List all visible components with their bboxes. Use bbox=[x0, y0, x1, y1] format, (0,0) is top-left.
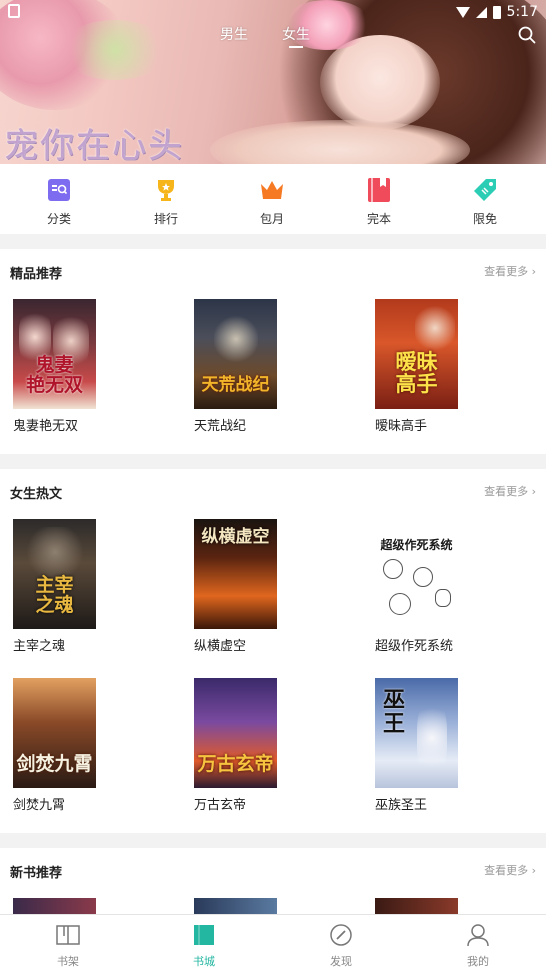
nav-profile[interactable]: 我的 bbox=[443, 923, 513, 969]
book-title: 天荒战纪 bbox=[194, 419, 247, 434]
section-new-books: 新书推荐 查看更多 › bbox=[0, 848, 546, 918]
book-cover: 万古玄帝 bbox=[194, 678, 277, 788]
category-monthly[interactable]: 包月 bbox=[242, 178, 302, 227]
section-title: 女生热文 bbox=[10, 487, 63, 502]
book-title: 鬼妻艳无双 bbox=[13, 419, 79, 434]
book-card[interactable]: 超级作死系统 超级作死系统 bbox=[375, 519, 459, 654]
nav-label: 书城 bbox=[193, 955, 215, 968]
book-title: 巫族圣王 bbox=[375, 798, 428, 813]
category-ranking[interactable]: 排行 bbox=[136, 178, 196, 227]
nav-label: 发现 bbox=[330, 955, 352, 968]
view-more-label: 查看更多 bbox=[484, 485, 529, 498]
banner-face-art bbox=[320, 35, 440, 130]
view-more-link[interactable]: 查看更多 › bbox=[484, 263, 536, 279]
nav-discover[interactable]: 发现 bbox=[306, 923, 376, 969]
category-label: 排行 bbox=[153, 212, 178, 226]
app-root: 宠你在心头 5:17 男生 女生 分类 排行 包月 完本 限免 精品推荐 查看更… bbox=[0, 0, 546, 971]
chevron-right-icon: › bbox=[531, 485, 536, 498]
book-cover: 纵横虚空 bbox=[194, 519, 277, 629]
book-cover: 暧昧 高手 bbox=[375, 299, 458, 409]
book-title: 超级作死系统 bbox=[375, 639, 454, 654]
category-label: 限免 bbox=[472, 212, 497, 226]
gender-tabs: 男生 女生 bbox=[220, 24, 310, 48]
book-title: 万古玄帝 bbox=[194, 798, 247, 813]
book-card[interactable]: 天荒战纪 天荒战纪 bbox=[194, 299, 278, 434]
book-cover: 超级作死系统 bbox=[375, 519, 458, 629]
banner-leaf-art bbox=[60, 20, 170, 80]
crown-icon bbox=[260, 178, 284, 202]
chevron-right-icon: › bbox=[531, 864, 536, 877]
trophy-icon bbox=[154, 178, 178, 202]
bottom-nav: 书架 书城 发现 我的 bbox=[0, 914, 546, 971]
bookshelf-icon bbox=[33, 923, 103, 947]
book-card[interactable]: 鬼妻 艳无双 鬼妻艳无双 bbox=[13, 299, 97, 434]
book-title: 主宰之魂 bbox=[13, 639, 66, 654]
signal-icon bbox=[475, 6, 487, 18]
book-card[interactable]: 暧昧 高手 暧昧高手 bbox=[375, 299, 459, 434]
view-more-link[interactable]: 查看更多 › bbox=[484, 862, 536, 878]
bookmark-icon bbox=[367, 178, 391, 202]
section-title: 精品推荐 bbox=[10, 267, 63, 282]
book-title: 纵横虚空 bbox=[194, 639, 247, 654]
view-more-label: 查看更多 bbox=[484, 864, 529, 877]
category-label: 完本 bbox=[366, 212, 391, 226]
tab-male[interactable]: 男生 bbox=[220, 24, 248, 44]
view-more-link[interactable]: 查看更多 › bbox=[484, 483, 536, 499]
category-free[interactable]: 限免 bbox=[455, 178, 515, 227]
nav-bookshelf[interactable]: 书架 bbox=[33, 923, 103, 969]
book-cover: 主宰 之魂 bbox=[13, 519, 96, 629]
view-more-label: 查看更多 bbox=[484, 265, 529, 278]
user-icon bbox=[443, 923, 513, 947]
clock: 5:17 bbox=[506, 4, 538, 20]
search-icon[interactable] bbox=[518, 26, 536, 44]
tab-female[interactable]: 女生 bbox=[282, 24, 310, 48]
section-title: 新书推荐 bbox=[10, 866, 63, 881]
compass-icon bbox=[306, 923, 376, 947]
section-featured: 精品推荐 查看更多 › 鬼妻 艳无双 鬼妻艳无双 天荒战纪 天荒战纪 暧昧 高手 暧… bbox=[0, 249, 546, 454]
banner-title: 宠你在心头 bbox=[4, 126, 184, 164]
book-card[interactable]: 主宰 之魂 主宰之魂 bbox=[13, 519, 97, 654]
nav-label: 我的 bbox=[467, 955, 489, 968]
book-title: 剑焚九霄 bbox=[13, 798, 66, 813]
notification-icon bbox=[8, 4, 20, 18]
category-label: 分类 bbox=[46, 212, 71, 226]
book-cover: 鬼妻 艳无双 bbox=[13, 299, 96, 409]
book-card[interactable]: 巫王 巫族圣王 bbox=[375, 678, 459, 813]
chevron-right-icon: › bbox=[531, 265, 536, 278]
category-classify[interactable]: 分类 bbox=[29, 178, 89, 227]
book-card[interactable]: 万古玄帝 万古玄帝 bbox=[194, 678, 278, 813]
category-finished[interactable]: 完本 bbox=[349, 178, 409, 227]
bookstore-icon bbox=[169, 923, 239, 947]
category-icon bbox=[47, 178, 71, 202]
category-label: 包月 bbox=[259, 212, 284, 226]
nav-bookstore[interactable]: 书城 bbox=[169, 923, 239, 969]
book-title: 暧昧高手 bbox=[375, 419, 428, 434]
wifi-icon bbox=[455, 6, 470, 18]
battery-icon bbox=[492, 5, 501, 19]
status-bar: 5:17 bbox=[0, 0, 546, 24]
book-card[interactable]: 纵横虚空 纵横虚空 bbox=[194, 519, 278, 654]
book-cover: 剑焚九霄 bbox=[13, 678, 96, 788]
book-cover: 天荒战纪 bbox=[194, 299, 277, 409]
category-bar: 分类 排行 包月 完本 限免 bbox=[0, 164, 546, 234]
book-cover: 巫王 bbox=[375, 678, 458, 788]
section-female-hot: 女生热文 查看更多 › 主宰之魂 主宰之魂 纵横虚空 纵横虚空 超级作死系统 bbox=[0, 469, 546, 833]
nav-label: 书架 bbox=[57, 955, 79, 968]
book-card[interactable]: 剑焚九霄 剑焚九霄 bbox=[13, 678, 97, 813]
tag-icon bbox=[473, 178, 497, 202]
